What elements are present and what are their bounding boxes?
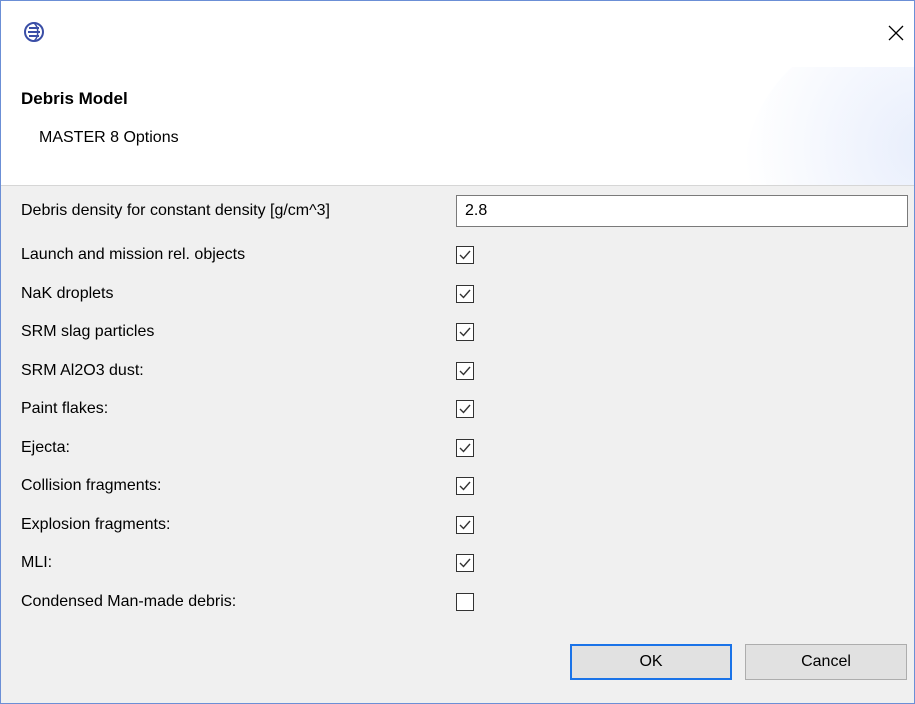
option-label: Ejecta: xyxy=(21,438,70,456)
density-value: 2.8 xyxy=(465,202,488,219)
option-label: Explosion fragments: xyxy=(21,515,171,533)
option-row: NaK droplets xyxy=(21,279,114,309)
checkmark-icon xyxy=(459,404,471,414)
checkmark-icon xyxy=(459,520,471,530)
option-row: SRM Al2O3 dust: xyxy=(21,356,144,386)
checkmark-icon xyxy=(459,327,471,337)
banner-decoration xyxy=(744,67,914,185)
density-label: Debris density for constant density [g/c… xyxy=(21,202,330,219)
option-checkbox[interactable] xyxy=(456,554,474,572)
cancel-button[interactable]: Cancel xyxy=(745,644,907,680)
checkmark-icon xyxy=(459,366,471,376)
option-label: NaK droplets xyxy=(21,284,114,302)
checkmark-icon xyxy=(459,289,471,299)
checkmark-icon xyxy=(459,558,471,568)
option-label: Condensed Man-made debris: xyxy=(21,592,237,610)
checkmark-icon xyxy=(459,443,471,453)
dialog-banner: Debris Model MASTER 8 Options xyxy=(1,67,914,186)
option-checkbox[interactable] xyxy=(456,400,474,418)
option-label: Collision fragments: xyxy=(21,477,162,494)
option-label: SRM slag particles xyxy=(21,323,155,340)
option-checkbox[interactable] xyxy=(456,284,474,303)
option-label: SRM Al2O3 dust: xyxy=(21,361,144,379)
density-row: Debris density for constant density [g/c… xyxy=(21,196,330,226)
option-row: Condensed Man-made debris: xyxy=(21,587,236,617)
close-icon xyxy=(888,25,904,41)
eclipse-app-icon xyxy=(23,21,45,43)
title-bar xyxy=(1,1,914,67)
checkmark-icon xyxy=(459,481,471,491)
option-row: Explosion fragments: xyxy=(21,510,170,540)
debris-model-dialog: Debris Model MASTER 8 Options Debris den… xyxy=(0,0,915,704)
option-checkbox[interactable] xyxy=(456,438,474,457)
option-checkbox[interactable] xyxy=(456,477,474,495)
option-label: Launch and mission rel. objects xyxy=(21,246,246,263)
option-row: Paint flakes: xyxy=(21,394,108,424)
option-row: SRM slag particles xyxy=(21,317,154,347)
banner-subtitle: MASTER 8 Options xyxy=(39,129,179,146)
banner-title: Debris Model xyxy=(21,89,128,108)
option-checkbox[interactable] xyxy=(456,323,474,341)
option-row: Ejecta: xyxy=(21,433,70,463)
option-checkbox[interactable] xyxy=(456,361,474,380)
ok-button[interactable]: OK xyxy=(570,644,732,680)
option-checkbox[interactable] xyxy=(456,246,474,264)
option-checkbox[interactable] xyxy=(456,592,474,611)
option-checkbox[interactable] xyxy=(456,515,474,534)
checkmark-icon xyxy=(459,250,471,260)
density-input[interactable]: 2.8 xyxy=(456,195,908,227)
option-row: MLI: xyxy=(21,548,52,578)
close-button[interactable] xyxy=(878,15,914,51)
option-label: MLI: xyxy=(21,554,53,571)
option-row: Launch and mission rel. objects xyxy=(21,240,245,270)
option-label: Paint flakes: xyxy=(21,400,109,417)
option-row: Collision fragments: xyxy=(21,471,162,501)
